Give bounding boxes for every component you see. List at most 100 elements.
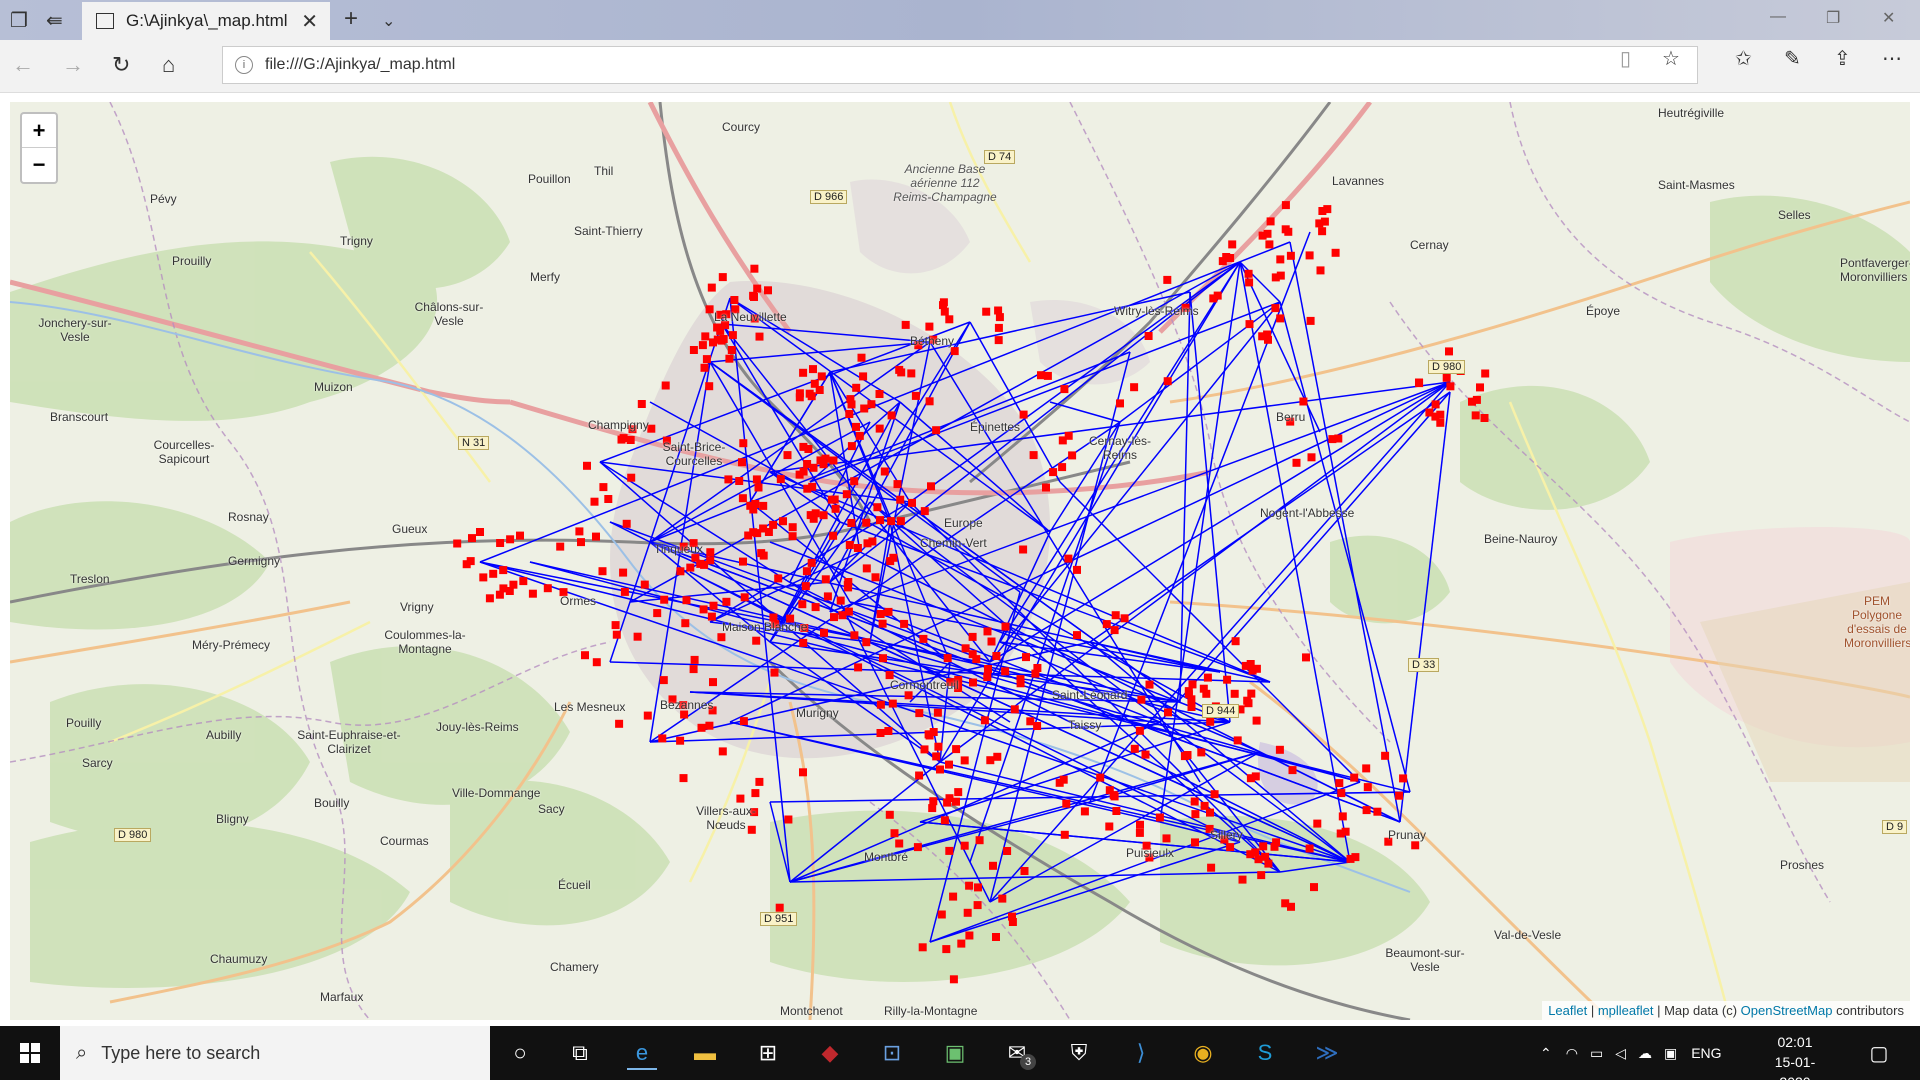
route-marker bbox=[730, 296, 739, 304]
mplleaflet-link[interactable]: mplleaflet bbox=[1598, 1003, 1654, 1018]
route-marker bbox=[969, 678, 977, 687]
route-marker bbox=[485, 594, 494, 603]
route-marker bbox=[592, 658, 601, 667]
route-marker bbox=[1209, 294, 1218, 303]
route-marker bbox=[495, 590, 504, 599]
route-marker bbox=[957, 939, 966, 948]
place-label: Saint-Thierry bbox=[574, 224, 643, 238]
reading-view-icon[interactable]: ▯ bbox=[1620, 46, 1631, 71]
set-tabs-aside-icon[interactable]: ⇚ bbox=[46, 8, 63, 33]
route-marker bbox=[1471, 411, 1480, 420]
place-label: Lavannes bbox=[1332, 174, 1385, 188]
route-marker bbox=[1275, 745, 1284, 754]
route-marker bbox=[1144, 332, 1153, 340]
place-label: Pontfaverger-Moronvilliers bbox=[1840, 256, 1910, 284]
place-label: Germigny bbox=[228, 554, 281, 568]
battery-icon[interactable]: ▭ bbox=[1590, 1045, 1603, 1062]
forward-icon[interactable]: → bbox=[62, 52, 84, 78]
route-marker bbox=[867, 400, 876, 409]
place-label: Cormontreuil bbox=[890, 678, 959, 692]
close-tab-icon[interactable]: ✕ bbox=[301, 9, 318, 34]
route-marker bbox=[1163, 377, 1172, 386]
route-marker bbox=[960, 841, 969, 850]
route-marker bbox=[592, 532, 600, 541]
chrome-icon[interactable]: ◉ bbox=[1188, 1038, 1218, 1068]
favorite-star-icon[interactable]: ☆ bbox=[1662, 46, 1680, 71]
cortana-icon[interactable]: ○ bbox=[505, 1038, 535, 1068]
skype-icon[interactable]: S bbox=[1250, 1038, 1280, 1068]
wifi-icon[interactable]: ◠ bbox=[1566, 1045, 1578, 1062]
route-marker bbox=[873, 503, 882, 512]
route-marker bbox=[753, 284, 762, 293]
onedrive-icon[interactable]: ☁ bbox=[1638, 1045, 1652, 1062]
language-indicator[interactable]: ENG bbox=[1691, 1045, 1721, 1061]
route-marker bbox=[1031, 669, 1040, 678]
tab-actions-icon[interactable]: ❐ bbox=[10, 8, 28, 33]
route-marker bbox=[838, 611, 847, 620]
route-marker bbox=[528, 589, 537, 598]
route-marker bbox=[1276, 314, 1285, 323]
vscode-icon[interactable]: ⟩ bbox=[1126, 1038, 1156, 1068]
info-icon[interactable]: i bbox=[235, 56, 253, 74]
route-marker bbox=[1305, 251, 1314, 260]
more-icon[interactable]: ⋯ bbox=[1882, 46, 1902, 71]
mcafee-icon[interactable]: ◆ bbox=[815, 1038, 845, 1068]
place-label: Tinqueux bbox=[654, 542, 703, 556]
route-marker bbox=[598, 567, 607, 576]
home-icon[interactable]: ⌂ bbox=[162, 52, 175, 78]
close-window-icon[interactable]: ✕ bbox=[1882, 8, 1895, 28]
tab-map-html[interactable]: G:\Ajinkya\_map.html ✕ bbox=[82, 2, 330, 40]
leaflet-map[interactable]: Courcy Heutrégiville Pévy Pouillon Thil … bbox=[10, 102, 1910, 1020]
new-tab-icon[interactable]: + bbox=[344, 5, 358, 33]
route-marker bbox=[659, 676, 668, 685]
language-switch-icon[interactable]: ▣ bbox=[1664, 1045, 1677, 1062]
route-marker bbox=[709, 678, 717, 687]
route-marker bbox=[759, 551, 768, 560]
volume-icon[interactable]: ◁ bbox=[1615, 1045, 1626, 1062]
route-marker bbox=[936, 765, 944, 774]
zoom-in-button[interactable]: + bbox=[22, 114, 56, 148]
route-segment bbox=[729, 721, 1161, 823]
network-app-icon[interactable]: ⊡ bbox=[877, 1038, 907, 1068]
route-marker bbox=[885, 810, 894, 819]
windows-security-icon[interactable]: ⛨ bbox=[1064, 1038, 1094, 1068]
url-input[interactable]: i file:///G:/Ajinkya/_map.html bbox=[222, 46, 1698, 84]
clock[interactable]: 02:01 15-01-2020 bbox=[1760, 1032, 1830, 1092]
route-marker bbox=[862, 638, 871, 647]
back-icon[interactable]: ← bbox=[12, 52, 34, 78]
refresh-icon[interactable]: ↻ bbox=[112, 52, 130, 78]
openstreetmap-link[interactable]: OpenStreetMap bbox=[1741, 1003, 1833, 1018]
edge-icon[interactable]: e bbox=[627, 1038, 657, 1070]
chevron-up-icon[interactable]: ⌃ bbox=[1540, 1045, 1552, 1062]
zoom-out-button[interactable]: − bbox=[22, 148, 56, 181]
favorites-hub-icon[interactable]: ✩ bbox=[1735, 46, 1752, 71]
downloader-icon[interactable]: ▣ bbox=[940, 1038, 970, 1068]
tab-list-chevron-icon[interactable]: ⌄ bbox=[382, 11, 395, 31]
store-icon[interactable]: ⊞ bbox=[753, 1038, 783, 1068]
file-explorer-icon[interactable]: ▬ bbox=[690, 1038, 720, 1068]
task-view-icon[interactable]: ⧉ bbox=[565, 1038, 595, 1068]
leaflet-link[interactable]: Leaflet bbox=[1548, 1003, 1587, 1018]
web-note-icon[interactable]: ✎ bbox=[1784, 46, 1801, 71]
powershell-icon[interactable]: ≫ bbox=[1312, 1038, 1342, 1068]
route-marker bbox=[590, 497, 599, 506]
route-marker bbox=[1110, 626, 1119, 635]
route-marker bbox=[802, 567, 811, 576]
route-marker bbox=[702, 355, 711, 364]
route-marker bbox=[776, 475, 785, 484]
route-marker bbox=[960, 756, 969, 765]
place-label: Beaumont-sur-Vesle bbox=[1385, 946, 1465, 974]
share-icon[interactable]: ⇪ bbox=[1834, 46, 1851, 71]
maximize-icon[interactable]: ❐ bbox=[1826, 8, 1840, 28]
start-button[interactable] bbox=[0, 1026, 60, 1080]
taskbar-search-box[interactable]: ⌕ Type here to search bbox=[60, 1026, 490, 1080]
place-label: Cernay bbox=[1410, 238, 1449, 252]
route-marker bbox=[836, 596, 845, 605]
route-marker bbox=[1271, 304, 1280, 313]
route-marker bbox=[973, 901, 982, 910]
action-center-icon[interactable]: ▢ bbox=[1864, 1038, 1894, 1068]
route-marker bbox=[811, 603, 820, 612]
minimize-icon[interactable]: — bbox=[1770, 8, 1786, 26]
route-marker bbox=[476, 528, 484, 536]
route-marker bbox=[1116, 399, 1124, 408]
